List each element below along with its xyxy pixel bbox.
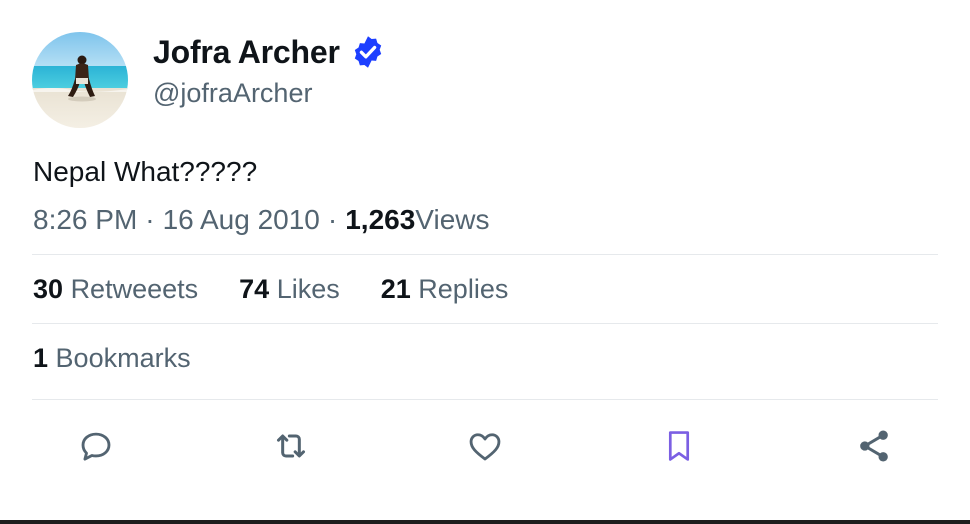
tweet-meta: 8:26 PM · 16 Aug 2010 · 1,263Views <box>33 204 489 236</box>
bottom-border <box>0 520 970 524</box>
retweets-stat[interactable]: 30 Retweeets <box>33 274 198 305</box>
bookmark-button[interactable] <box>657 424 701 468</box>
meta-separator: · <box>145 204 155 235</box>
meta-separator: · <box>327 204 338 235</box>
bookmarks-count: 1 <box>33 343 49 373</box>
replies-stat[interactable]: 21 Replies <box>381 274 509 305</box>
divider <box>32 323 938 324</box>
likes-label: Likes <box>276 274 340 304</box>
reply-icon <box>81 432 111 461</box>
likes-stat[interactable]: 74 Likes <box>239 274 340 305</box>
tweet-text: Nepal What????? <box>33 156 258 187</box>
avatar-photo <box>32 32 128 128</box>
views-count: 1,263 <box>345 204 416 235</box>
tweet-time[interactable]: 8:26 PM <box>33 204 137 235</box>
likes-count: 74 <box>239 274 270 304</box>
like-button[interactable] <box>463 424 507 468</box>
retweet-icon <box>277 434 305 458</box>
bookmark-icon <box>668 431 690 461</box>
action-bar <box>0 424 970 468</box>
engagement-stats: 30 Retweeets 74 Likes 21 Replies <box>33 274 508 305</box>
user-handle[interactable]: @jofraArcher <box>153 78 312 109</box>
divider <box>32 399 938 400</box>
tweet-date[interactable]: 16 Aug 2010 <box>163 204 320 235</box>
bookmarks-label: Bookmarks <box>55 343 191 373</box>
retweet-button[interactable] <box>269 424 313 468</box>
display-name[interactable]: Jofra Archer <box>153 34 340 71</box>
share-button[interactable] <box>852 424 896 468</box>
replies-count: 21 <box>380 274 411 304</box>
tweet-card: Jofra Archer @jofraArcher Nepal What????… <box>0 0 970 524</box>
bookmarks-stat[interactable]: 1 Bookmarks <box>33 343 191 374</box>
replies-label: Replies <box>418 274 509 304</box>
reply-button[interactable] <box>74 424 118 468</box>
avatar[interactable] <box>32 32 128 128</box>
views-label: Views <box>415 204 490 235</box>
share-icon <box>860 430 888 462</box>
name-row: Jofra Archer <box>153 32 386 72</box>
retweets-count: 30 <box>33 274 64 304</box>
verified-badge-icon <box>350 34 386 70</box>
like-icon <box>469 433 501 461</box>
divider <box>32 254 938 255</box>
retweets-label: Retweeets <box>70 274 199 304</box>
